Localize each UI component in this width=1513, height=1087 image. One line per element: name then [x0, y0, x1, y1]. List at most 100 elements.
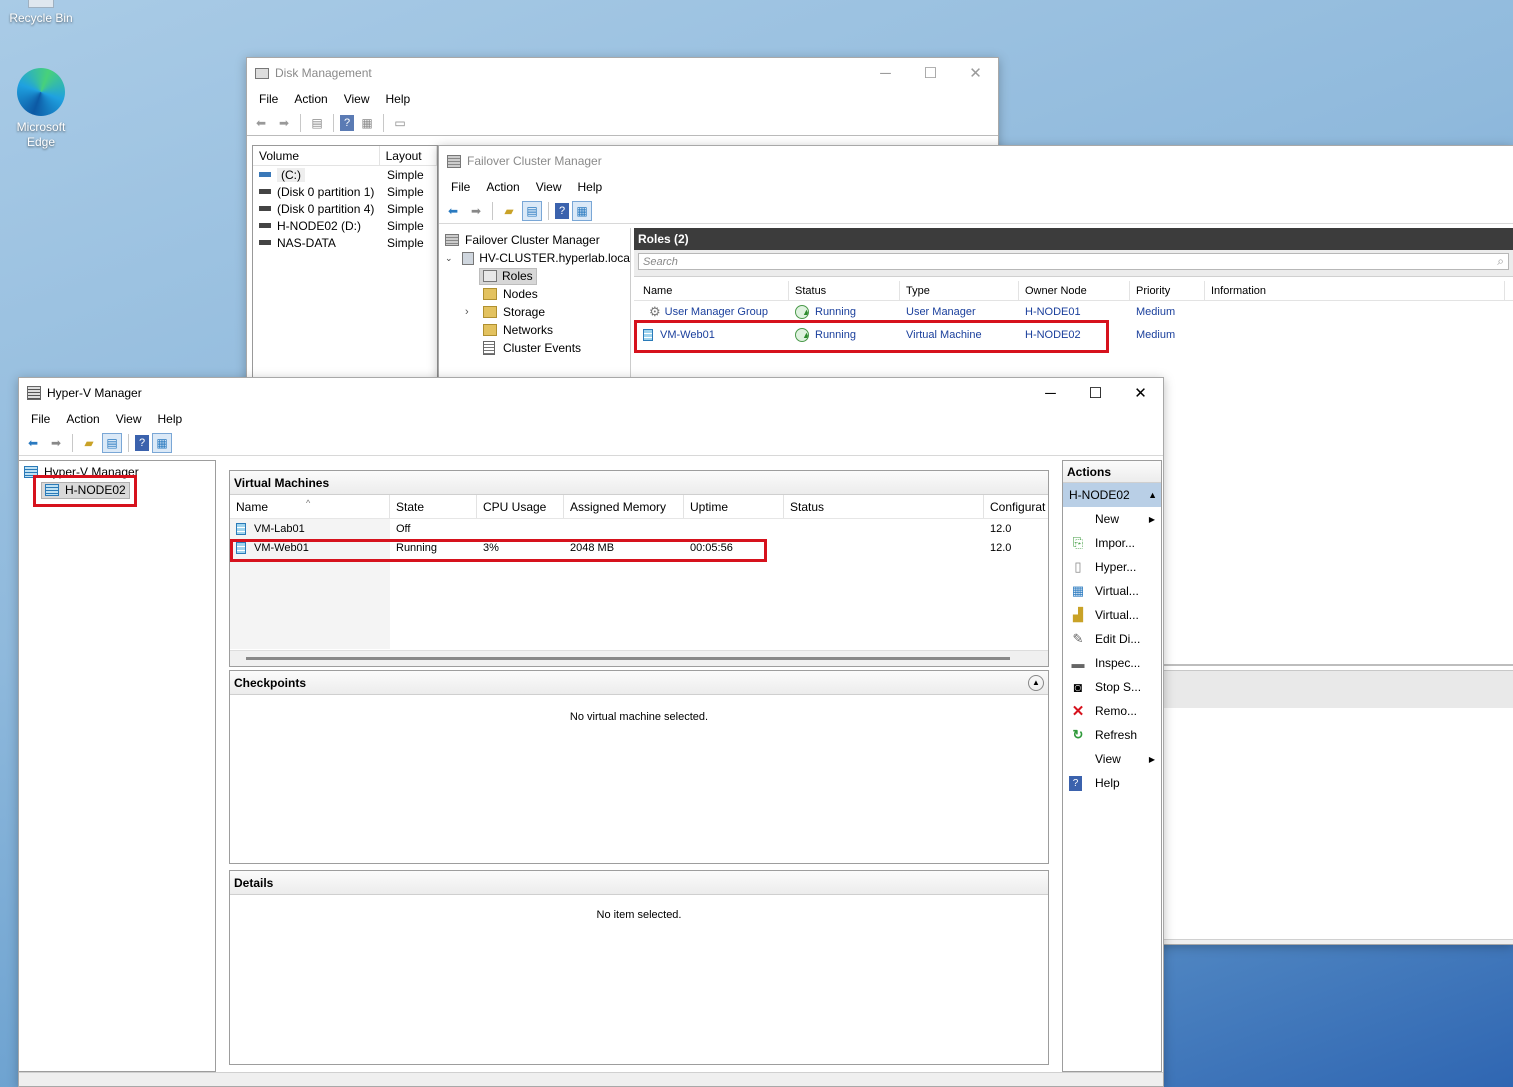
column-status[interactable]: Status [784, 495, 984, 518]
action-stop-service[interactable]: ◙ Stop S... [1063, 675, 1161, 699]
action-refresh[interactable]: ↻ Refresh [1063, 723, 1161, 747]
column-cpu-usage[interactable]: CPU Usage [477, 495, 564, 518]
gear-icon: ⚙ [649, 304, 661, 319]
menu-help[interactable]: Help [378, 92, 419, 106]
menu-file[interactable]: File [443, 180, 478, 194]
action-hyper-v-settings[interactable]: ▯ Hyper... [1063, 555, 1161, 579]
action-virtual-switch-manager[interactable]: ▦ Virtual... [1063, 579, 1161, 603]
menu-action[interactable]: Action [58, 412, 107, 426]
column-assigned-memory[interactable]: Assigned Memory [564, 495, 684, 518]
action-remove-server[interactable]: ✕ Remo... [1063, 699, 1161, 723]
column-name[interactable]: Name [634, 281, 789, 300]
edit-disk-icon: ✎ [1072, 631, 1084, 646]
column-configuration[interactable]: Configurat [984, 495, 1048, 518]
action-inspect-disk[interactable]: ▬ Inspec... [1063, 651, 1161, 675]
close-button[interactable]: ✕ [1118, 378, 1163, 408]
navigation-tree: Hyper-V Manager H-NODE02 [19, 460, 216, 1072]
action-new[interactable]: New ▶ [1063, 507, 1161, 531]
disk-management-icon [255, 67, 269, 79]
console-tree-icon[interactable]: ▤ [307, 113, 327, 133]
volume-row[interactable]: H-NODE02 (D:) Simple [253, 217, 437, 234]
column-volume[interactable]: Volume [253, 146, 380, 165]
tree-item-cluster-events[interactable]: Cluster Events [439, 339, 630, 357]
desktop-icon-edge[interactable]: Microsoft Edge [1, 68, 81, 150]
tree-item-nodes[interactable]: Nodes [439, 285, 630, 303]
volume-row[interactable]: (C:) Simple [253, 166, 437, 183]
chevron-right-icon[interactable]: › [465, 306, 483, 318]
maximize-button[interactable]: ☐ [1073, 378, 1118, 408]
desktop-icon-recycle-bin[interactable]: Recycle Bin [1, 0, 81, 25]
menu-help[interactable]: Help [570, 180, 611, 194]
title-bar[interactable]: Disk Management ─ ☐ ✕ [247, 58, 998, 88]
vm-row[interactable]: VM-Lab01 Off 12.0 [230, 519, 1048, 538]
tree-root[interactable]: Failover Cluster Manager [439, 231, 630, 249]
action-virtual-san-manager[interactable]: ▟ Virtual... [1063, 603, 1161, 627]
san-manager-icon: ▟ [1073, 607, 1083, 622]
search-input[interactable]: Search ⌕ [638, 253, 1509, 270]
collapse-up-icon[interactable]: ▲ [1028, 674, 1044, 691]
horizontal-scrollbar[interactable] [230, 650, 1048, 666]
column-information[interactable]: Information [1205, 281, 1505, 300]
tree-item-networks[interactable]: Networks [439, 321, 630, 339]
forward-arrow-icon[interactable]: ➡ [466, 201, 486, 221]
search-icon[interactable]: ⌕ [1497, 254, 1504, 269]
collapse-up-icon[interactable]: ▲ [1148, 490, 1157, 500]
column-status[interactable]: Status [789, 281, 900, 300]
menu-view[interactable]: View [108, 412, 150, 426]
properties-icon[interactable]: ▦ [357, 113, 377, 133]
action-view[interactable]: View ▶ [1063, 747, 1161, 771]
column-priority[interactable]: Priority [1130, 281, 1205, 300]
menu-help[interactable]: Help [150, 412, 191, 426]
column-layout[interactable]: Layout [380, 146, 437, 165]
drive-icon [259, 223, 271, 228]
back-arrow-icon[interactable]: ⬅ [443, 201, 463, 221]
console-tree-icon[interactable]: ▤ [102, 432, 122, 453]
back-arrow-icon[interactable]: ⬅ [251, 113, 271, 133]
toolbar: ⬅ ➡ ▰ ▤ ? ▦ [19, 430, 1163, 456]
volume-row[interactable]: NAS-DATA Simple [253, 234, 437, 251]
title-bar[interactable]: Hyper-V Manager ─ ☐ ✕ [19, 378, 1163, 408]
volume-row[interactable]: (Disk 0 partition 1) Simple [253, 183, 437, 200]
action-pane-icon[interactable]: ▦ [152, 432, 172, 453]
pane-title: Details [230, 871, 1048, 895]
volume-row[interactable]: (Disk 0 partition 4) Simple [253, 200, 437, 217]
forward-arrow-icon[interactable]: ➡ [46, 433, 66, 453]
column-owner-node[interactable]: Owner Node [1019, 281, 1130, 300]
forward-arrow-icon[interactable]: ➡ [274, 113, 294, 133]
tree-item-roles[interactable]: Roles [439, 267, 630, 285]
console-tree-icon[interactable]: ▤ [522, 200, 542, 221]
menu-file[interactable]: File [251, 92, 286, 106]
tree-cluster[interactable]: ⌄ HV-CLUSTER.hyperlab.loca [439, 249, 630, 267]
title-bar[interactable]: Failover Cluster Manager [439, 146, 1513, 176]
actions-pane: Actions H-NODE02 ▲ New ▶ ⎘ Impor... ▯ Hy… [1062, 460, 1162, 1072]
action-edit-disk[interactable]: ✎ Edit Di... [1063, 627, 1161, 651]
details-icon[interactable]: ▭ [390, 113, 410, 133]
action-help[interactable]: ? Help [1063, 771, 1161, 795]
column-type[interactable]: Type [900, 281, 1019, 300]
menu-view[interactable]: View [528, 180, 570, 194]
column-uptime[interactable]: Uptime [684, 495, 784, 518]
actions-node-header[interactable]: H-NODE02 ▲ [1063, 483, 1161, 507]
menu-action[interactable]: Action [478, 180, 527, 194]
minimize-button[interactable]: ─ [1028, 378, 1073, 408]
action-import[interactable]: ⎘ Impor... [1063, 531, 1161, 555]
menu-file[interactable]: File [23, 412, 58, 426]
up-folder-icon[interactable]: ▰ [499, 201, 519, 221]
close-button[interactable]: ✕ [953, 58, 998, 88]
action-pane-icon[interactable]: ▦ [572, 200, 592, 221]
back-arrow-icon[interactable]: ⬅ [23, 433, 43, 453]
scrollbar-thumb[interactable] [246, 657, 1010, 660]
maximize-button[interactable]: ☐ [908, 58, 953, 88]
column-state[interactable]: State [390, 495, 477, 518]
fcm-lower-pane [1164, 664, 1513, 666]
help-icon[interactable]: ? [340, 114, 354, 131]
desktop-icon-label: Microsoft Edge [16, 120, 66, 149]
help-icon[interactable]: ? [135, 434, 149, 451]
menu-view[interactable]: View [336, 92, 378, 106]
menu-action[interactable]: Action [286, 92, 335, 106]
up-folder-icon[interactable]: ▰ [79, 433, 99, 453]
tree-item-storage[interactable]: › Storage [439, 303, 630, 321]
minimize-button[interactable]: ─ [863, 58, 908, 88]
help-icon[interactable]: ? [555, 202, 569, 219]
chevron-down-icon[interactable]: ⌄ [445, 253, 456, 264]
